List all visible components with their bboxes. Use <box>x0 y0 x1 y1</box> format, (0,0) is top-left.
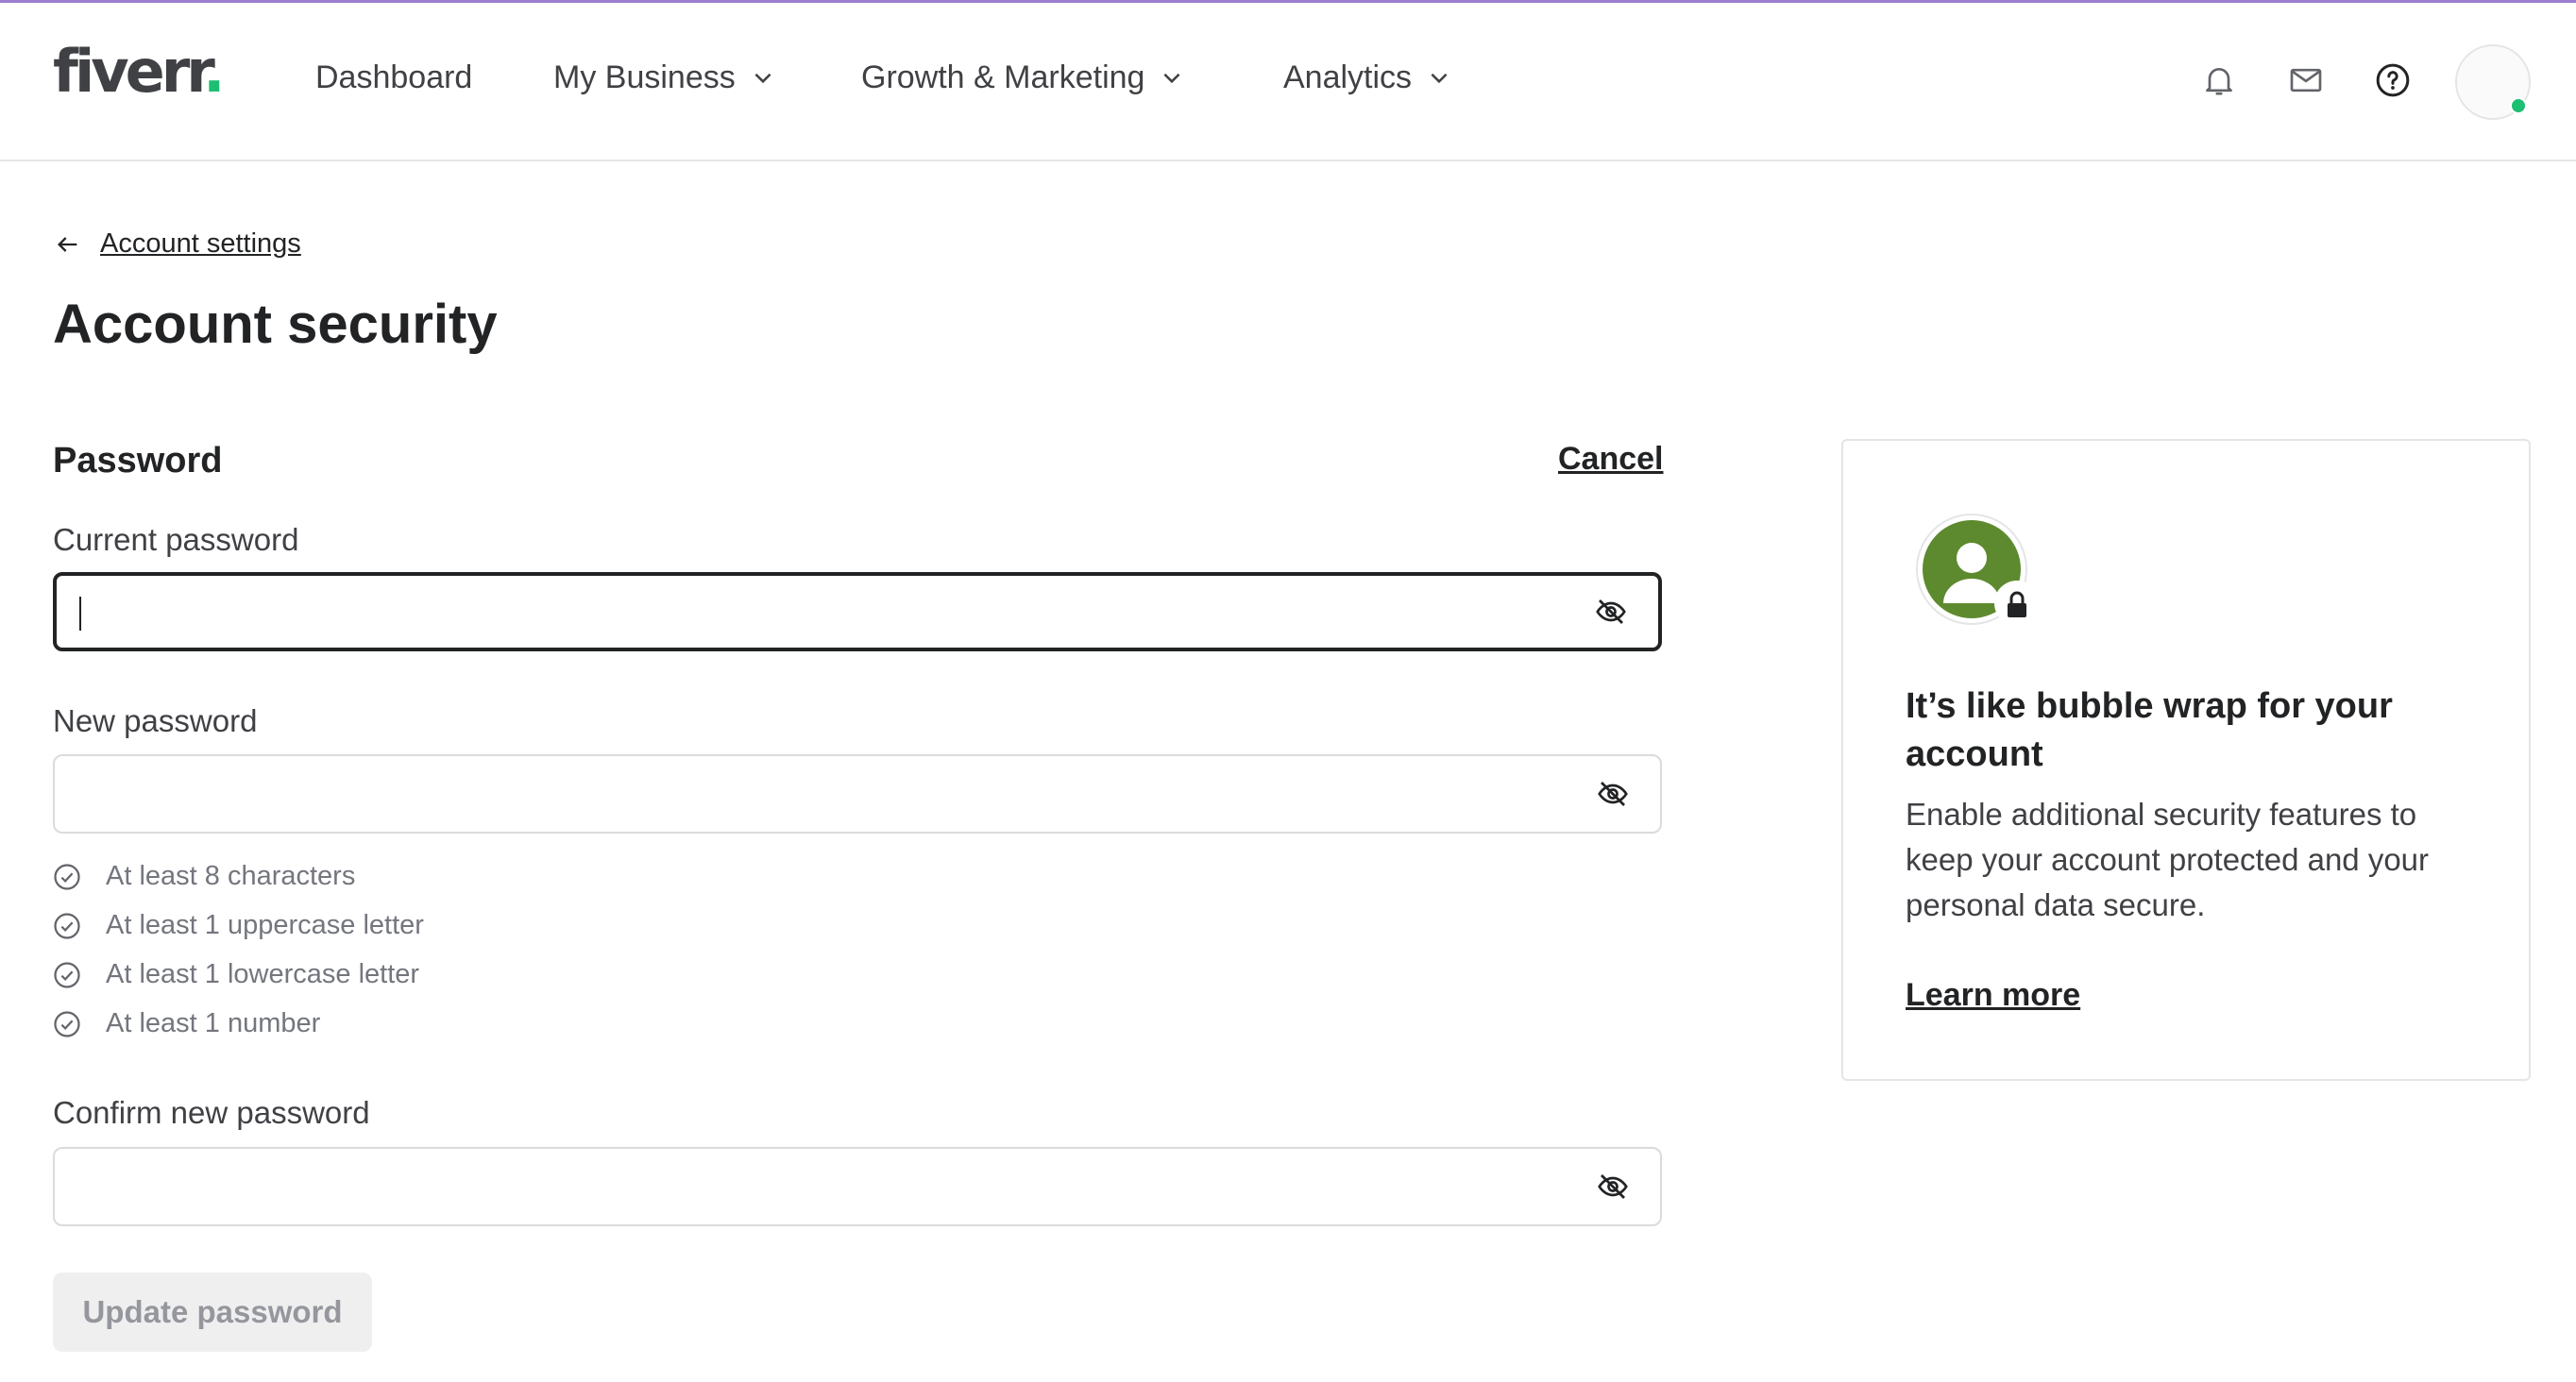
cancel-link[interactable]: Cancel <box>1558 441 1664 478</box>
eye-off-icon[interactable] <box>1594 595 1628 629</box>
nav-analytics-label: Analytics <box>1283 59 1413 95</box>
eye-off-icon[interactable] <box>1596 777 1630 811</box>
current-password-input[interactable] <box>79 576 1552 648</box>
card-title: It’s like bubble wrap for your account <box>1906 686 2393 774</box>
nav-dashboard-label: Dashboard <box>315 59 473 95</box>
current-password-label: Current password <box>53 522 299 557</box>
top-navigation-bar: fiverr. Dashboard My Business Growth & M… <box>0 3 2576 161</box>
new-password-field[interactable] <box>53 754 1662 834</box>
new-password-input[interactable] <box>77 756 1551 832</box>
help-icon[interactable] <box>2374 61 2412 99</box>
page-title: Account security <box>53 294 498 355</box>
password-requirement: At least 1 number <box>53 1008 320 1039</box>
fiverr-logo[interactable]: fiverr. <box>53 42 225 101</box>
text-caret <box>79 597 81 631</box>
password-requirement: At least 1 uppercase letter <box>53 910 424 941</box>
confirm-password-label: Confirm new password <box>53 1095 370 1130</box>
check-circle-icon <box>54 912 80 939</box>
nav-my-business-label: My Business <box>553 59 736 95</box>
card-description: Enable additional security features to k… <box>1906 797 2430 922</box>
chevron-down-icon <box>1431 73 1448 84</box>
new-password-label: New password <box>53 703 258 738</box>
current-password-field[interactable] <box>53 572 1662 651</box>
check-circle-icon <box>54 961 80 988</box>
password-requirement: At least 1 lowercase letter <box>53 959 419 990</box>
account-settings-link[interactable]: Account settings <box>100 228 301 260</box>
user-lock-illustration-icon <box>1916 514 2040 626</box>
nav-growth-marketing[interactable]: Growth & Marketing <box>861 61 1184 93</box>
password-requirement: At least 8 characters <box>53 861 355 892</box>
mail-icon[interactable] <box>2287 61 2325 99</box>
password-section-title: Password <box>53 441 223 480</box>
confirm-password-field[interactable] <box>53 1147 1662 1226</box>
nav-growth-marketing-label: Growth & Marketing <box>861 59 1145 95</box>
check-circle-icon <box>54 863 80 890</box>
learn-more-link[interactable]: Learn more <box>1906 977 2080 1014</box>
nav-analytics[interactable]: Analytics <box>1283 61 1451 93</box>
confirm-password-input[interactable] <box>77 1149 1551 1224</box>
nav-my-business[interactable]: My Business <box>553 61 775 93</box>
back-to-account-settings[interactable]: Account settings <box>53 228 301 260</box>
user-avatar[interactable] <box>2455 44 2531 120</box>
chevron-down-icon <box>1163 73 1180 84</box>
chevron-down-icon <box>754 73 771 84</box>
check-circle-icon <box>54 1010 80 1037</box>
update-password-button[interactable]: Update password <box>53 1272 372 1352</box>
online-status-dot <box>2510 97 2527 114</box>
security-promo-card: It’s like bubble wrap for your account E… <box>1841 439 2531 1081</box>
bell-icon[interactable] <box>2200 61 2238 99</box>
nav-dashboard[interactable]: Dashboard <box>315 61 472 93</box>
eye-off-icon[interactable] <box>1596 1170 1630 1204</box>
arrow-left-icon <box>58 236 77 252</box>
